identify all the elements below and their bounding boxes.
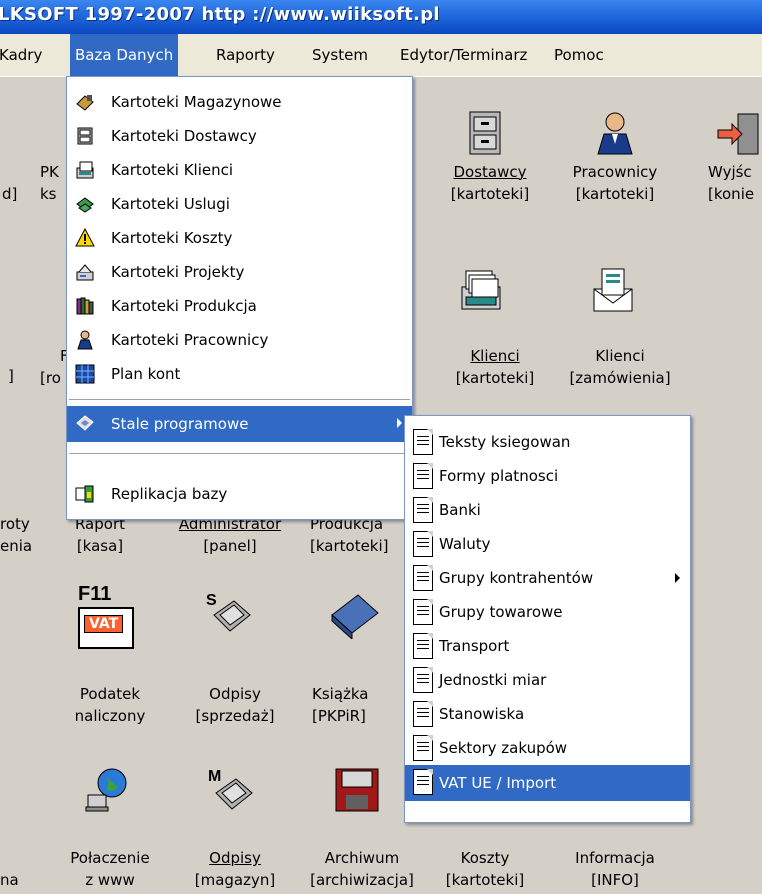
money-icon	[76, 197, 94, 213]
submenu-item-teksty-ksiegowan[interactable]: Teksty ksiegowan	[405, 425, 690, 459]
diamond-icon	[76, 415, 94, 431]
document-icon	[413, 599, 433, 625]
exit-icon[interactable]	[716, 110, 762, 156]
vat-text: VAT	[84, 615, 124, 633]
svg-text:S: S	[206, 592, 217, 609]
worker-small-icon	[77, 330, 93, 350]
menu-separator	[69, 399, 410, 400]
book-icon[interactable]	[328, 589, 380, 639]
submenu-item-sektory-zakupow[interactable]: Sektory zakupów	[405, 731, 690, 765]
submenu-arrow-icon	[397, 418, 402, 428]
worker-icon[interactable]	[592, 110, 638, 156]
menu-edytor-terminarz[interactable]: Edytor/Terminarz	[395, 34, 532, 76]
printer-m-icon[interactable]: M	[206, 765, 256, 815]
odpisy-magazyn-label[interactable]: Odpisy [magazyn]	[180, 847, 290, 891]
submenu-item-formy-platnosci[interactable]: Formy platnosci	[405, 459, 690, 493]
document-icon	[413, 769, 433, 795]
archiwum-label[interactable]: Archiwum [archiwizacja]	[298, 847, 426, 891]
menu-bar: Kadry Baza Danych Raporty System Edytor/…	[0, 34, 762, 77]
submenu-item-transport[interactable]: Transport	[405, 629, 690, 663]
table-icon	[75, 364, 95, 384]
odpisy-sprzedaz-label[interactable]: Odpisy [sprzedaż]	[180, 683, 290, 727]
klienci-zamowienia-label[interactable]: Klienci [zamówienia]	[555, 345, 685, 389]
document-icon	[413, 633, 433, 659]
globe-icon[interactable]	[84, 767, 130, 813]
submenu-item-vat-ue-import[interactable]: VAT UE / Import	[405, 765, 690, 801]
document-icon	[413, 701, 433, 727]
printer-s-icon[interactable]: S	[204, 589, 254, 639]
menu-item-kartoteki-projekty[interactable]: Kartoteki Projekty	[67, 255, 412, 289]
menu-item-replikacja-bazy[interactable]: Replikacja bazy	[67, 477, 412, 511]
card-file-icon[interactable]	[458, 267, 504, 313]
menu-item-kartoteki-uslugi[interactable]: Kartoteki Uslugi	[67, 187, 412, 221]
submenu-arrow-icon	[675, 573, 680, 583]
podatek-label[interactable]: Podatek naliczony	[60, 683, 160, 727]
document-icon	[413, 497, 433, 523]
submenu-item-waluty[interactable]: Waluty	[405, 527, 690, 561]
menu-raporty[interactable]: Raporty	[211, 34, 280, 76]
menu-pomoc[interactable]: Pomoc	[549, 34, 609, 76]
cabinet-small-icon	[77, 127, 93, 145]
project-icon	[76, 264, 94, 281]
menu-item-kartoteki-koszty[interactable]: Kartoteki Koszty	[67, 221, 412, 255]
klienci-label[interactable]: Klienci [kartoteki]	[445, 345, 545, 389]
document-icon	[413, 531, 433, 557]
left-label-2: ]	[8, 367, 14, 385]
document-icon	[413, 429, 433, 455]
document-icon	[413, 735, 433, 761]
title-bar: LKSOFT 1997-2007 http ://www.wiiksoft.pl	[0, 0, 762, 34]
na-label: na	[0, 871, 19, 889]
submenu-item-stanowiska[interactable]: Stanowiska	[405, 697, 690, 731]
menu-separator	[69, 453, 410, 454]
books-icon	[76, 297, 94, 315]
ksiazka-label[interactable]: Książka [PKPiR]	[312, 683, 392, 727]
menu-kadry[interactable]: Kadry	[0, 34, 47, 76]
polaczenie-label[interactable]: Połaczenie z www	[60, 847, 160, 891]
warehouse-icon	[76, 95, 94, 111]
submenu-item-jednostki-miar[interactable]: Jednostki miar	[405, 663, 690, 697]
cabinet-icon[interactable]	[462, 110, 508, 156]
menu-item-stale-programowe[interactable]: Stale programowe	[67, 406, 412, 442]
menu-item-plan-kont[interactable]: Plan kont	[67, 357, 412, 391]
warning-icon	[75, 228, 95, 247]
window-title: LKSOFT 1997-2007 http ://www.wiiksoft.pl	[0, 4, 440, 25]
menu-baza-danych[interactable]: Baza Danych	[70, 34, 179, 76]
floppy-icon[interactable]	[334, 767, 380, 813]
vat-icon[interactable]: F11 VAT	[76, 583, 136, 649]
envelope-icon[interactable]	[590, 267, 636, 313]
document-icon	[413, 565, 433, 591]
menu-item-kartoteki-pracownicy[interactable]: Kartoteki Pracownicy	[67, 323, 412, 357]
wyjscie-label[interactable]: Wyjśc [konie	[708, 161, 762, 205]
submenu-item-grupy-towarowe[interactable]: Grupy towarowe	[405, 595, 690, 629]
zwroty-label[interactable]: roty enia	[0, 513, 40, 557]
informacja-label[interactable]: Informacja [INFO]	[555, 847, 675, 891]
document-icon	[413, 667, 433, 693]
stale-programowe-submenu: Teksty ksiegowan Formy platnosci Banki W…	[404, 415, 691, 823]
document-icon	[413, 463, 433, 489]
f11-text: F11	[78, 583, 112, 605]
left-label-1: d]	[2, 185, 18, 203]
menu-system[interactable]: System	[307, 34, 373, 76]
submenu-item-banki[interactable]: Banki	[405, 493, 690, 527]
koszty-label[interactable]: Koszty [kartoteki]	[440, 847, 530, 891]
card-file-small-icon	[76, 161, 94, 179]
menu-item-kartoteki-produkcja[interactable]: Kartoteki Produkcja	[67, 289, 412, 323]
replication-icon	[75, 485, 94, 503]
menu-item-kartoteki-klienci[interactable]: Kartoteki Klienci	[67, 153, 412, 187]
menu-item-kartoteki-dostawcy[interactable]: Kartoteki Dostawcy	[67, 119, 412, 153]
dostawcy-label[interactable]: Dostawcy [kartoteki]	[450, 161, 530, 205]
pracownicy-label[interactable]: Pracownicy [kartoteki]	[560, 161, 670, 205]
svg-text:M: M	[208, 768, 221, 785]
baza-danych-menu: Kartoteki Magazynowe Kartoteki Dostawcy …	[66, 76, 413, 520]
submenu-item-grupy-kontrahentow[interactable]: Grupy kontrahentów	[405, 561, 690, 595]
menu-item-kartoteki-magazynowe[interactable]: Kartoteki Magazynowe	[67, 85, 412, 119]
